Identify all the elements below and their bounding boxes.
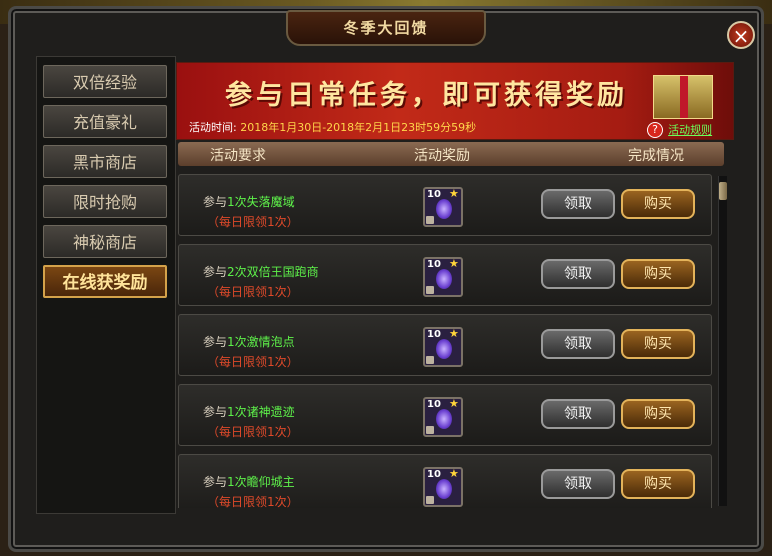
star-icon: ★ (449, 257, 459, 270)
daily-limit: （每日限领1次） (207, 285, 299, 299)
reward-qty: 10 (427, 259, 441, 270)
dialog-title: 冬季大回馈 (343, 19, 429, 37)
task-row: 参与2次双倍王国跑商 （每日限领1次） 10 ★ 领取 购买 (178, 244, 712, 306)
buy-button[interactable]: 购买 (621, 399, 695, 429)
header-reward: 活动奖励 (414, 148, 470, 164)
claim-button[interactable]: 领取 (541, 189, 615, 219)
header-requirement: 活动要求 (210, 148, 266, 164)
sidebar-item-black-market[interactable]: 黑市商店 (43, 145, 167, 178)
sidebar-item-recharge-gift[interactable]: 充值豪礼 (43, 105, 167, 138)
daily-limit: （每日限领1次） (207, 355, 299, 369)
lock-icon (426, 216, 434, 224)
reward-item[interactable]: 10 ★ (423, 257, 463, 297)
reward-qty: 10 (427, 469, 441, 480)
purple-gem-icon (436, 479, 452, 499)
task-row: 参与1次瞻仰城主 （每日限领1次） 10 ★ 领取 购买 (178, 454, 712, 508)
event-time-value: 2018年1月30日-2018年2月1日23时59分59秒 (240, 121, 477, 134)
lock-icon (426, 496, 434, 504)
purple-gem-icon (436, 409, 452, 429)
lock-icon (426, 286, 434, 294)
lock-icon (426, 426, 434, 434)
scrollbar-thumb[interactable] (719, 182, 727, 200)
daily-limit: （每日限领1次） (207, 215, 299, 229)
help-icon[interactable]: ? (647, 121, 663, 138)
purple-gem-icon (436, 269, 452, 289)
gift-box-icon (653, 75, 713, 119)
header-status: 完成情况 (628, 148, 684, 164)
purple-gem-icon (436, 339, 452, 359)
lock-icon (426, 356, 434, 364)
task-row: 参与1次激情泡点 （每日限领1次） 10 ★ 领取 购买 (178, 314, 712, 376)
reward-item[interactable]: 10 ★ (423, 397, 463, 437)
sidebar-item-mystery-shop[interactable]: 神秘商店 (43, 225, 167, 258)
task-row: 参与1次诸神遗迹 （每日限领1次） 10 ★ 领取 购买 (178, 384, 712, 446)
star-icon: ★ (449, 187, 459, 200)
task-text: 参与1次诸神遗迹 (203, 405, 295, 419)
sidebar-item-online-rewards[interactable]: 在线获奖励 (43, 265, 167, 298)
star-icon: ★ (449, 397, 459, 410)
sidebar-item-double-exp[interactable]: 双倍经验 (43, 65, 167, 98)
star-icon: ★ (449, 327, 459, 340)
daily-limit: （每日限领1次） (207, 495, 299, 508)
buy-button[interactable]: 购买 (621, 259, 695, 289)
reward-qty: 10 (427, 189, 441, 200)
task-row: 参与1次失落魔域 （每日限领1次） 10 ★ 领取 购买 (178, 174, 712, 236)
reward-item[interactable]: 10 ★ (423, 327, 463, 367)
reward-item[interactable]: 10 ★ (423, 187, 463, 227)
close-button[interactable]: × (727, 21, 755, 49)
daily-limit: （每日限领1次） (207, 425, 299, 439)
claim-button[interactable]: 领取 (541, 329, 615, 359)
star-icon: ★ (449, 467, 459, 480)
sidebar: 双倍经验 充值豪礼 黑市商店 限时抢购 神秘商店 在线获奖励 (36, 56, 176, 514)
title-bar: 冬季大回馈 (286, 10, 486, 46)
reward-qty: 10 (427, 329, 441, 340)
purple-gem-icon (436, 199, 452, 219)
rules: ? 活动规则 (647, 119, 712, 138)
claim-button[interactable]: 领取 (541, 399, 615, 429)
event-banner: 参与日常任务，即可获得奖励 活动时间: 2018年1月30日-2018年2月1日… (176, 62, 734, 140)
task-text: 参与2次双倍王国跑商 (203, 265, 319, 279)
buy-button[interactable]: 购买 (621, 469, 695, 499)
claim-button[interactable]: 领取 (541, 469, 615, 499)
table-header: 活动要求 活动奖励 完成情况 (178, 142, 724, 166)
task-text: 参与1次失落魔域 (203, 195, 295, 209)
event-time-label: 活动时间: (189, 121, 237, 134)
task-list: 参与1次失落魔域 （每日限领1次） 10 ★ 领取 购买 参与2次双倍王国跑商 （… (176, 170, 716, 508)
banner-title: 参与日常任务，即可获得奖励 (225, 80, 628, 111)
reward-qty: 10 (427, 399, 441, 410)
buy-button[interactable]: 购买 (621, 329, 695, 359)
task-text: 参与1次瞻仰城主 (203, 475, 295, 489)
sidebar-item-flash-sale[interactable]: 限时抢购 (43, 185, 167, 218)
rules-link[interactable]: 活动规则 (668, 124, 712, 137)
claim-button[interactable]: 领取 (541, 259, 615, 289)
task-text: 参与1次激情泡点 (203, 335, 295, 349)
reward-item[interactable]: 10 ★ (423, 467, 463, 507)
buy-button[interactable]: 购买 (621, 189, 695, 219)
scrollbar[interactable] (718, 176, 727, 506)
event-time: 活动时间: 2018年1月30日-2018年2月1日23时59分59秒 (189, 119, 476, 135)
